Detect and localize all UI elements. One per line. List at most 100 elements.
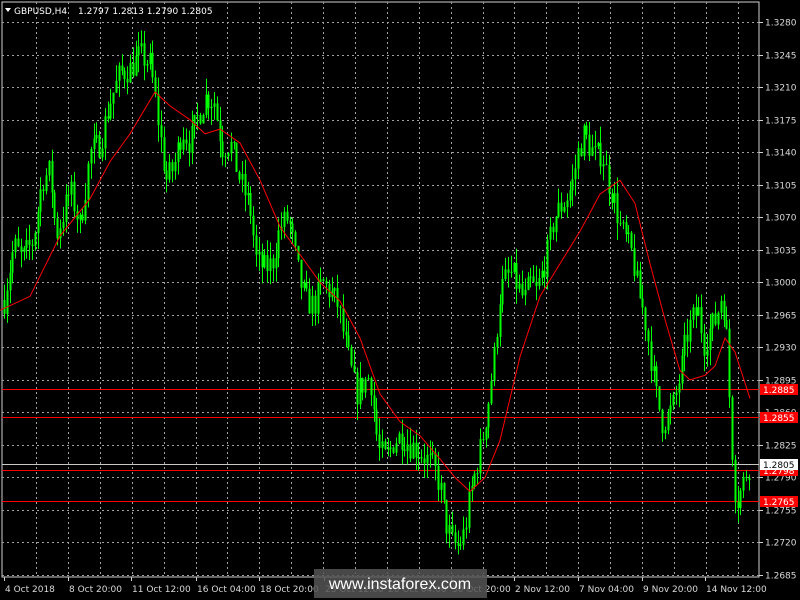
candle-body	[171, 162, 174, 172]
candle-body	[468, 491, 471, 528]
candle-body	[731, 397, 734, 460]
candle-body	[499, 304, 502, 337]
candle-body	[608, 165, 611, 194]
candle-body	[417, 457, 420, 459]
candle-body	[692, 307, 695, 320]
candle-body	[686, 334, 689, 342]
candle-body	[115, 80, 118, 93]
candle-body	[98, 135, 101, 158]
candle-body	[717, 312, 720, 325]
candle-body	[65, 194, 68, 223]
candle-body	[485, 427, 488, 440]
candle-body	[118, 65, 121, 81]
candle-body	[482, 439, 485, 441]
candle-body	[241, 173, 244, 180]
candle-body	[233, 141, 236, 143]
candle-body	[14, 238, 17, 253]
candle-body	[465, 527, 468, 530]
candle-body	[179, 142, 182, 150]
candle-body	[683, 334, 686, 356]
candle-body	[437, 465, 440, 490]
candle-body	[650, 341, 653, 371]
candle-body	[406, 444, 409, 452]
candle-body	[308, 288, 311, 314]
candle-body	[9, 272, 12, 291]
candle-body	[501, 279, 504, 305]
candle-body	[23, 247, 26, 252]
candle-body	[605, 164, 608, 166]
current-price-tag-label: 1.2805	[763, 461, 795, 471]
watermark-text: www.instaforex.com	[328, 576, 471, 593]
candle-body	[398, 433, 401, 444]
candle-body	[583, 125, 586, 157]
candle-body	[146, 63, 149, 66]
y-tick-label: 1.2965	[765, 312, 797, 322]
candle-body	[188, 143, 191, 153]
y-tick-label: 1.2755	[765, 507, 797, 517]
candle-body	[137, 46, 140, 56]
candle-body	[126, 79, 129, 83]
candle-body	[67, 194, 70, 196]
candle-body	[37, 211, 40, 234]
candle-body	[93, 138, 96, 150]
candle-body	[527, 277, 530, 290]
candle-body	[20, 246, 23, 252]
candle-body	[79, 214, 82, 220]
candle-body	[305, 282, 308, 289]
candle-body	[132, 62, 135, 76]
candle-body	[263, 254, 266, 268]
candle-body	[174, 161, 177, 172]
candle-body	[143, 43, 146, 66]
x-tick-label: 14 Nov 12:00	[706, 585, 767, 595]
y-tick-label: 1.3035	[765, 247, 797, 257]
candle-body	[443, 482, 446, 500]
candle-body	[235, 142, 238, 173]
candle-body	[370, 378, 373, 396]
candle-body	[342, 307, 345, 332]
candle-body	[639, 270, 642, 299]
candle-body	[451, 525, 454, 533]
candle-body	[224, 156, 227, 158]
candle-body	[31, 244, 34, 246]
candle-body	[104, 116, 107, 149]
candle-body	[149, 52, 152, 64]
candle-body	[230, 141, 233, 154]
candle-body	[745, 476, 748, 479]
candle-body	[401, 433, 404, 450]
candle-body	[479, 439, 482, 474]
candle-body	[476, 473, 479, 475]
candle-body	[199, 115, 202, 124]
y-tick-label: 1.3140	[765, 149, 797, 159]
candle-body	[504, 269, 507, 280]
candle-body	[633, 248, 636, 276]
symbol-label: GBPUSD,H4	[14, 7, 67, 17]
candle-body	[697, 307, 700, 316]
candle-body	[255, 235, 258, 255]
candle-body	[636, 270, 639, 276]
ohlc-values: 1.2797 1.2813 1.2790 1.2805	[78, 7, 213, 17]
candle-body	[356, 372, 359, 405]
candle-body	[191, 125, 194, 153]
candle-body	[571, 179, 574, 191]
candle-body	[473, 473, 476, 486]
candle-body	[566, 200, 569, 207]
candle-body	[661, 409, 664, 434]
candle-body	[291, 223, 294, 233]
candle-body	[711, 313, 714, 329]
y-tick-label: 1.3175	[765, 117, 797, 127]
candle-body	[81, 214, 84, 221]
candle-body	[314, 295, 317, 314]
candle-body	[272, 258, 275, 269]
candle-body	[507, 269, 510, 273]
candle-body	[107, 116, 110, 119]
candle-body	[403, 449, 406, 452]
candle-body	[616, 193, 619, 224]
candle-body	[364, 379, 367, 393]
candle-body	[700, 307, 703, 334]
candle-body	[266, 254, 269, 271]
candle-body	[426, 454, 429, 464]
candle-body	[53, 192, 56, 219]
candle-body	[387, 448, 390, 450]
candle-body	[48, 160, 51, 176]
candle-body	[734, 459, 737, 503]
